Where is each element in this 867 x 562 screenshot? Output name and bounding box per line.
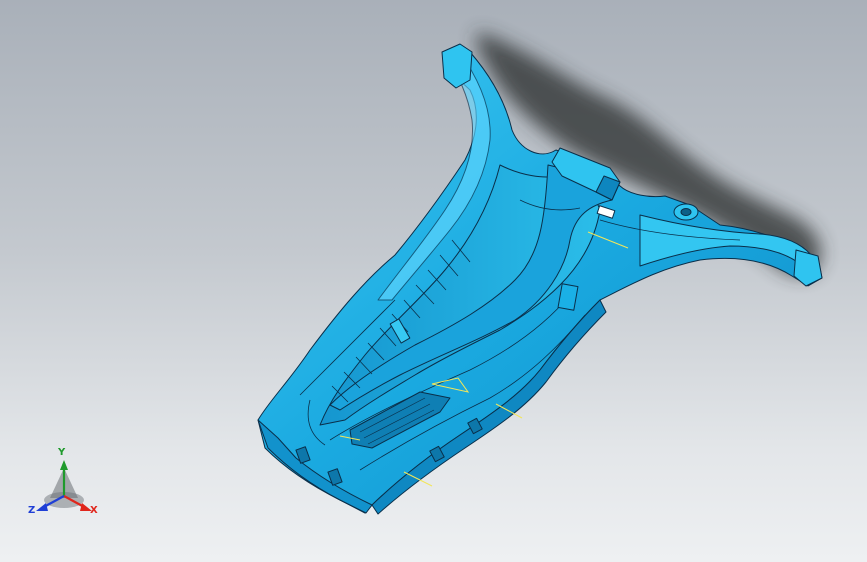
left-clip [441, 43, 473, 89]
graphics-viewport[interactable]: Y X Z [0, 0, 867, 562]
model-canvas[interactable] [0, 0, 867, 562]
orientation-triad[interactable]: Y X Z [22, 448, 106, 522]
triad-y-label: Y [58, 447, 66, 458]
triad-x-label: X [90, 505, 98, 516]
triad-z-label: Z [28, 505, 36, 516]
